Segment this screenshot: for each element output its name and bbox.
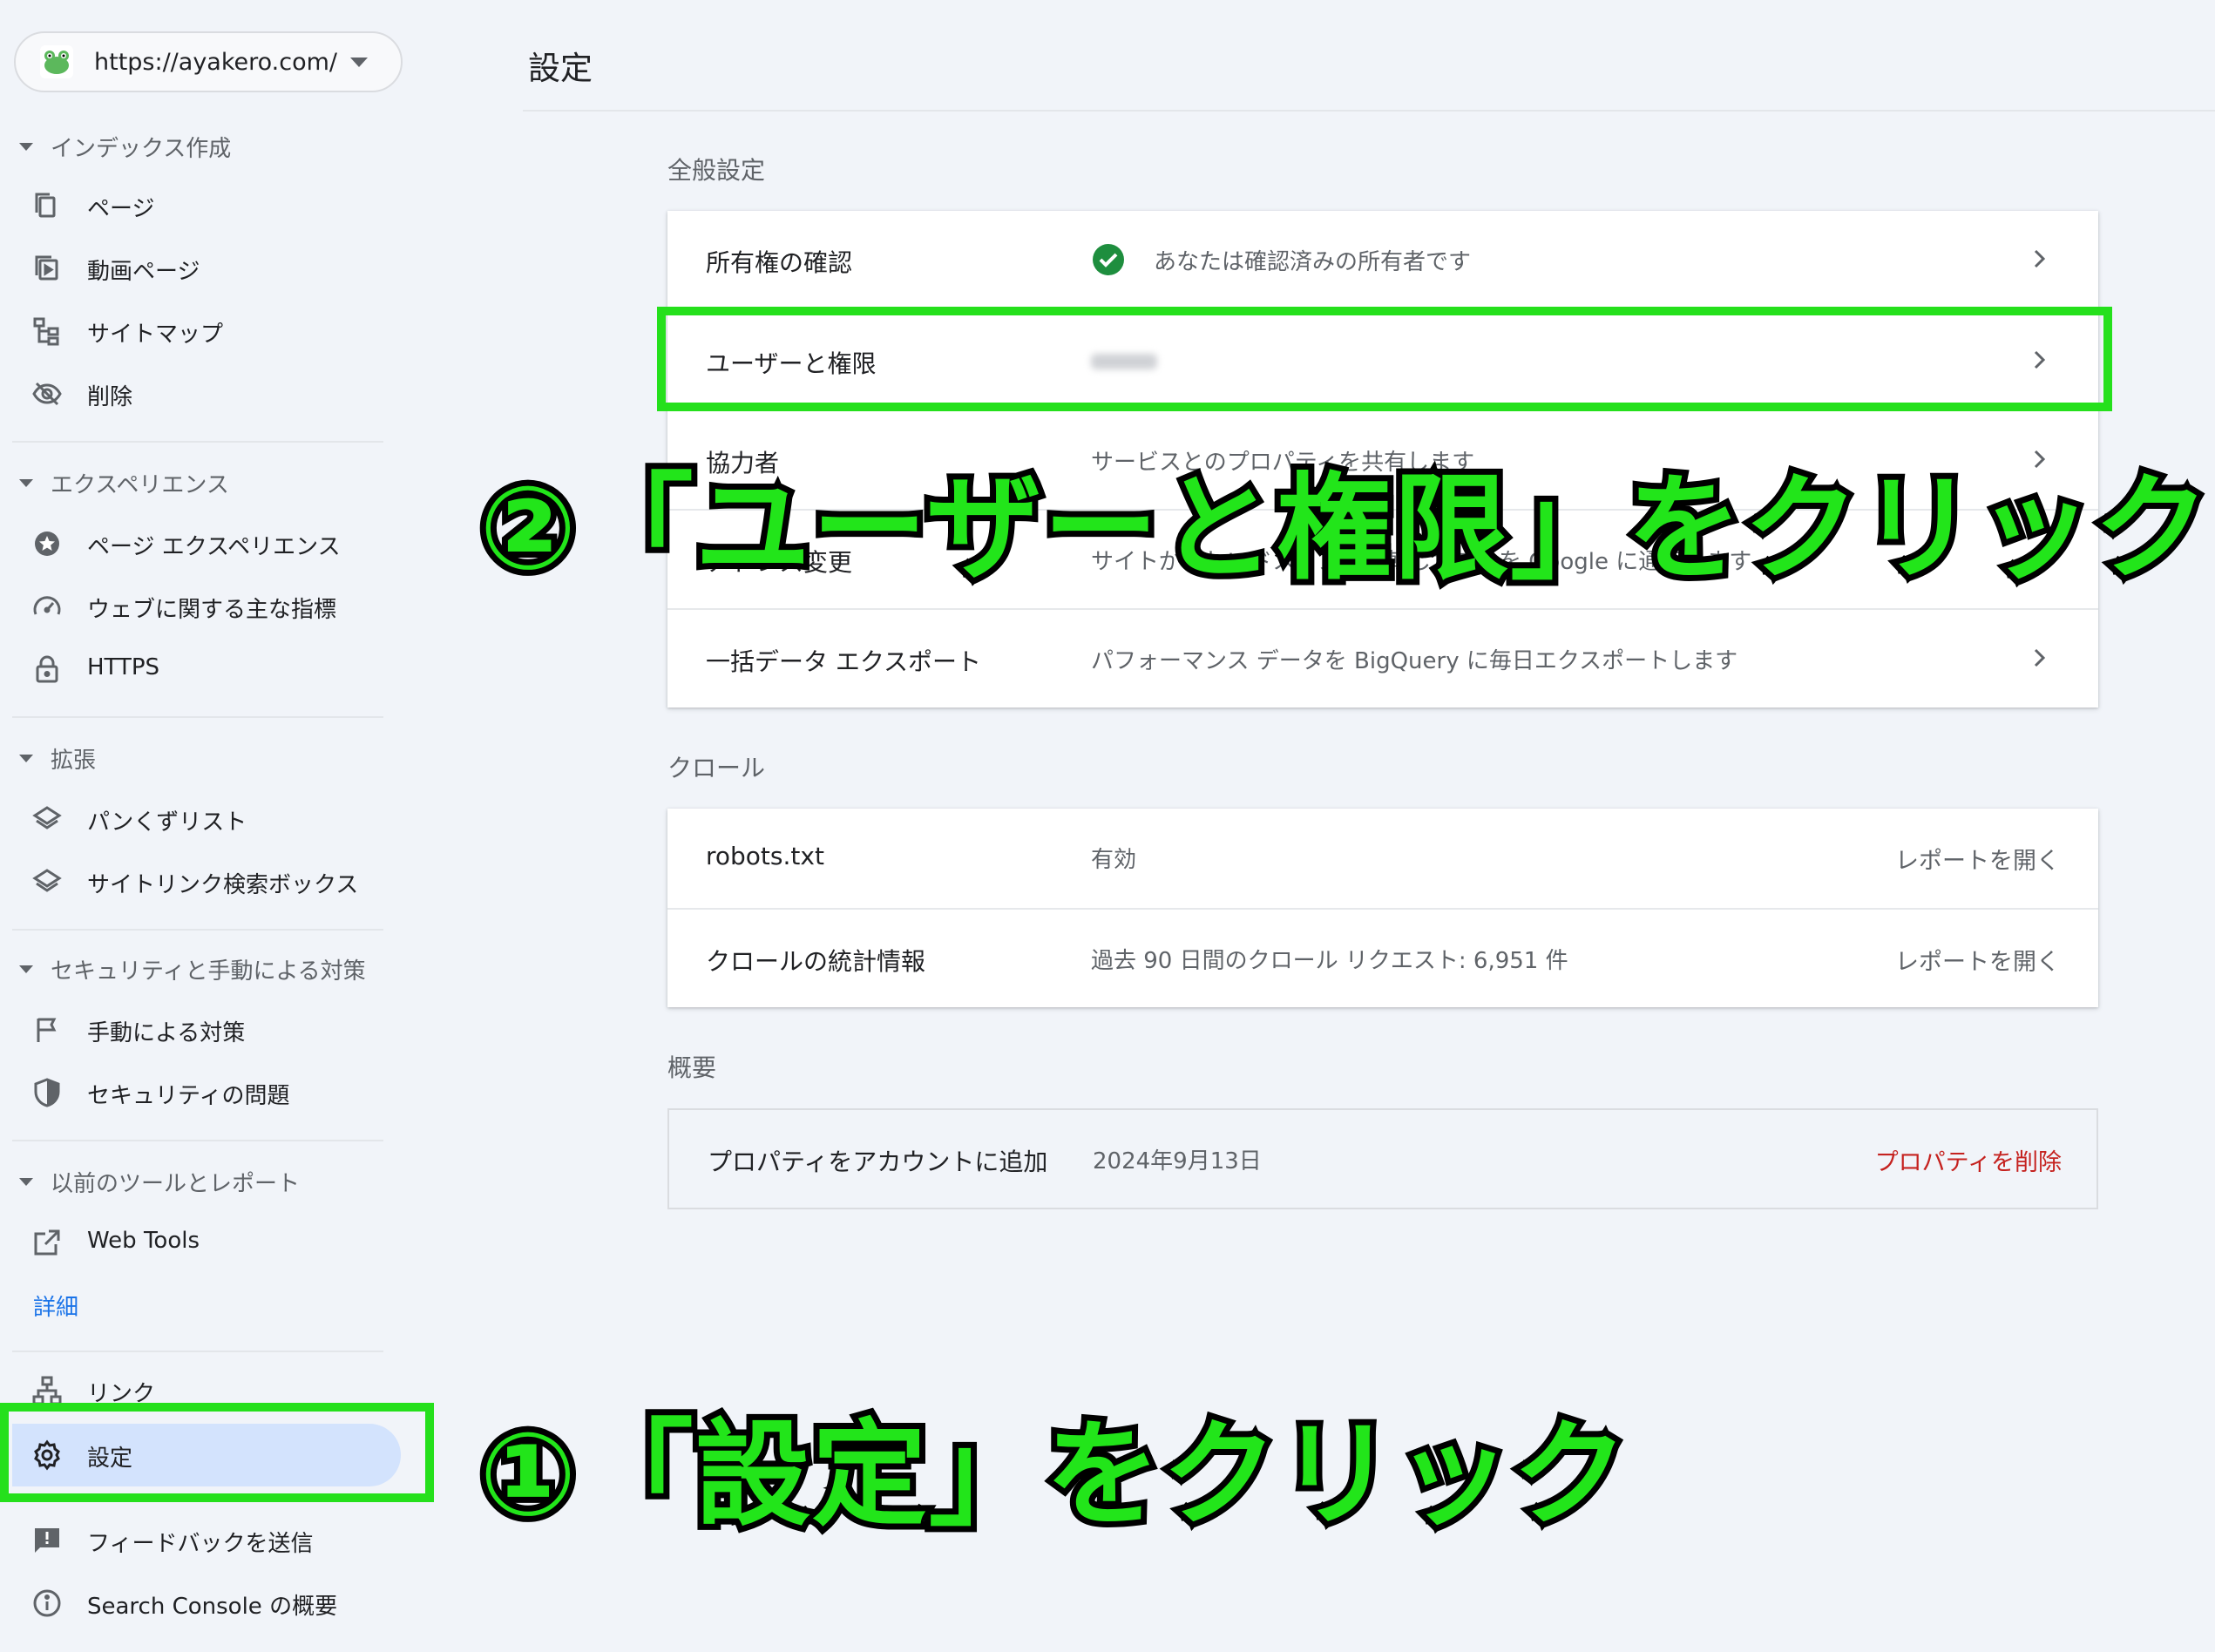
divider	[12, 929, 383, 931]
property-selector[interactable]: https://ayakero.com/	[14, 31, 403, 92]
row-label: プロパティをアカウントに追加	[708, 1148, 1048, 1176]
row-value: 有効	[1091, 847, 1137, 873]
sidebar-item-label: フィードバックを送信	[87, 1531, 314, 1557]
row-value: 2024年9月13日	[1093, 1148, 1262, 1175]
page-experience-icon	[35, 531, 59, 556]
sidebar-item-label: Web Tools	[87, 1228, 200, 1254]
section-title: インデックス作成	[51, 136, 232, 162]
section-experience[interactable]: エクスペリエンス	[19, 467, 229, 499]
collapse-triangle-icon	[19, 1178, 33, 1186]
speedometer-icon	[33, 596, 61, 615]
section-legacy-tools[interactable]: 以前のツールとレポート	[19, 1166, 300, 1198]
divider	[12, 441, 383, 443]
section-heading-about: 概要	[667, 1053, 717, 1082]
sidebar-item-label: 削除	[87, 384, 133, 410]
layers-icon	[32, 869, 62, 892]
row-label: robots.txt	[706, 842, 824, 870]
row-label: 一括データ エクスポート	[706, 647, 982, 676]
detail-link[interactable]: 詳細	[33, 1290, 78, 1322]
sidebar-item-label: サイトマップ	[87, 322, 224, 348]
row-value: あなたは確認済みの所有者です	[1154, 249, 1472, 275]
section-title: エクスペリエンス	[51, 472, 229, 498]
section-title: 以前のツールとレポート	[51, 1171, 301, 1197]
sidebar-item-label: HTTPS	[87, 654, 160, 680]
layers-icon	[32, 806, 62, 829]
annotation-step-2: ②「ユーザーと権限」をクリック	[473, 456, 2215, 602]
sidebar-item-label: ウェブに関する主な指標	[87, 597, 337, 623]
divider	[12, 716, 383, 718]
links-icon	[32, 1376, 62, 1405]
annotation-step-1: ①「設定」をクリック	[473, 1402, 1634, 1548]
sidebar-item-label: ページ	[87, 196, 155, 222]
section-security[interactable]: セキュリティと手動による対策	[19, 953, 366, 985]
verified-check-icon	[1093, 244, 1124, 275]
chevron-right-icon	[2034, 648, 2046, 667]
highlight-settings	[0, 1403, 434, 1502]
collapse-triangle-icon	[19, 479, 33, 487]
divider	[12, 1140, 383, 1141]
video-pages-icon	[35, 255, 58, 281]
sidebar-item-label: Search Console の概要	[87, 1594, 338, 1620]
open-report-button[interactable]: レポートを開く	[1895, 842, 2060, 876]
settings-row-bulk-export[interactable]: 一括データ エクスポート パフォーマンス データを BigQuery に毎日エク…	[667, 608, 2098, 709]
sidebar-item-label: 手動による対策	[87, 1020, 246, 1046]
row-label: 所有権の確認	[706, 248, 853, 277]
settings-row-crawl-stats: クロールの統計情報 過去 90 日間のクロール リクエスト: 6,951 件 レ…	[667, 908, 2098, 1009]
sidebar-item-label: セキュリティの問題	[87, 1083, 290, 1109]
external-link-icon	[34, 1229, 60, 1256]
removals-icon	[32, 382, 62, 406]
section-title: 拡張	[51, 748, 97, 774]
sidebar-item-label: パンくずリスト	[87, 809, 247, 836]
info-icon	[33, 1589, 61, 1617]
divider	[12, 1351, 383, 1352]
remove-property-button[interactable]: プロパティを削除	[1875, 1143, 2062, 1177]
divider	[523, 110, 2215, 112]
sidebar-item-label: 動画ページ	[87, 259, 200, 285]
flag-icon	[37, 1018, 57, 1042]
property-url: https://ayakero.com/	[94, 49, 338, 76]
row-value: パフォーマンス データを BigQuery に毎日エクスポートします	[1091, 648, 1738, 674]
section-heading-crawl: クロール	[667, 754, 766, 782]
feedback-icon	[35, 1528, 59, 1553]
open-report-button[interactable]: レポートを開く	[1895, 943, 2060, 977]
section-enhancements[interactable]: 拡張	[19, 742, 96, 775]
settings-row-added-date: プロパティをアカウントに追加 2024年9月13日 プロパティを削除	[669, 1110, 2100, 1209]
crawl-card: robots.txt 有効 レポートを開く クロールの統計情報 過去 90 日間…	[667, 809, 2098, 1007]
shield-icon	[34, 1078, 60, 1107]
page-title: 設定	[528, 50, 593, 87]
collapse-triangle-icon	[19, 965, 33, 973]
lock-icon	[36, 655, 58, 683]
sidebar-item-label: サイトリンク検索ボックス	[87, 872, 359, 898]
section-title: セキュリティと手動による対策	[51, 958, 366, 985]
frog-favicon-icon	[40, 45, 73, 78]
collapse-triangle-icon	[19, 143, 33, 151]
section-heading-general: 全般設定	[667, 156, 766, 185]
highlight-users-permissions	[657, 307, 2112, 411]
chevron-down-icon[interactable]	[350, 58, 368, 67]
settings-row-robots: robots.txt 有効 レポートを開く	[667, 809, 2098, 908]
row-value: 過去 90 日間のクロール リクエスト: 6,951 件	[1091, 948, 1568, 974]
collapse-triangle-icon	[19, 755, 33, 762]
chevron-right-icon	[2034, 249, 2046, 268]
sidebar-item-label: ページ エクスペリエンス	[87, 534, 341, 560]
settings-row-ownership[interactable]: 所有権の確認 あなたは確認済みの所有者です	[667, 211, 2098, 310]
row-label: クロールの統計情報	[706, 947, 926, 976]
section-index[interactable]: インデックス作成	[19, 131, 231, 163]
sitemap-icon	[33, 317, 59, 346]
about-card: プロパティをアカウントに追加 2024年9月13日 プロパティを削除	[667, 1108, 2098, 1209]
pages-icon	[35, 193, 56, 218]
